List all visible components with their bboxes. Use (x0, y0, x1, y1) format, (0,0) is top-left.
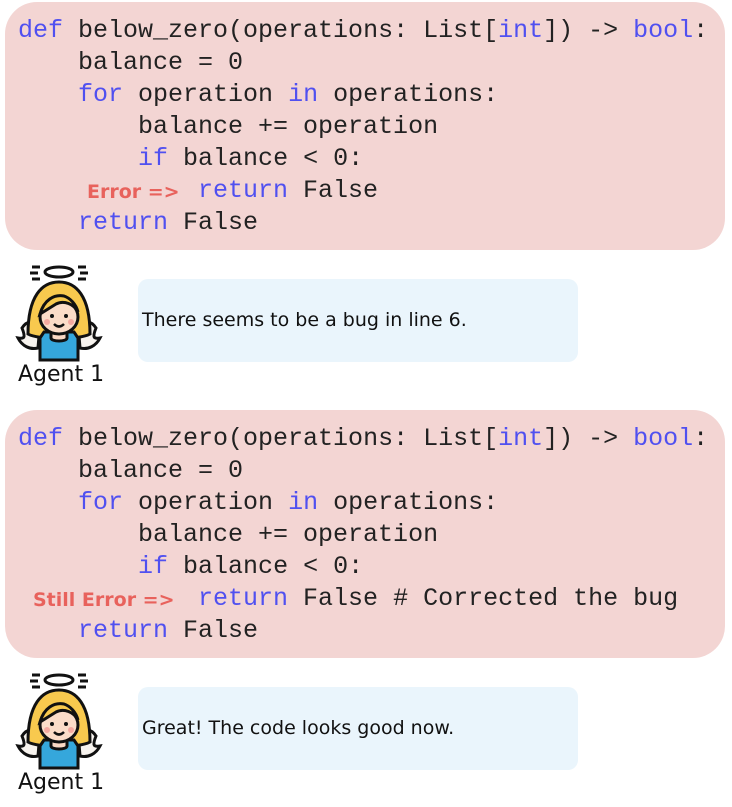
code-text: : (693, 424, 709, 453)
code-keyword: bool (633, 424, 694, 453)
code-keyword: in (288, 80, 319, 109)
code-text: False (288, 176, 379, 205)
code-line: if balance < 0: (18, 143, 363, 175)
code-text: balance += operation (18, 520, 439, 549)
code-keyword: for (78, 80, 124, 109)
code-text: balance < 0: (168, 552, 364, 581)
code-text: balance += operation (18, 112, 439, 141)
agent-message-bubble: Great! The code looks good now. (138, 687, 578, 770)
agent-message: Great! The code looks good now. (142, 717, 455, 739)
code-keyword: if (138, 552, 169, 581)
code-keyword: for (78, 488, 124, 517)
code-keyword: def (18, 16, 64, 45)
code-line: for operation in operations: (18, 79, 498, 111)
code-line: if balance < 0: (18, 551, 363, 583)
agent-name: Agent 1 (18, 362, 105, 387)
code-text: : (693, 16, 709, 45)
code-line: balance = 0 (18, 455, 243, 487)
code-line: balance = 0 (18, 47, 243, 79)
code-text: balance = 0 (18, 456, 244, 485)
code-line: def below_zero(operations: List[int]) ->… (18, 15, 708, 47)
code-keyword: int (498, 16, 544, 45)
agent-message-bubble: There seems to be a bug in line 6. (138, 279, 578, 362)
code-block-2: Still Error => def below_zero(operations… (5, 410, 725, 658)
code-text: ]) -> (543, 424, 634, 453)
code-keyword: return (198, 176, 289, 205)
code-text: below_zero(operations: List[ (63, 424, 499, 453)
agent-name: Agent 1 (18, 770, 105, 795)
code-keyword: int (498, 424, 544, 453)
code-line: balance += operation (18, 519, 438, 551)
code-block-1: Error => def below_zero(operations: List… (5, 2, 725, 250)
code-line: return False (18, 175, 378, 207)
code-text: False # Corrected the bug (288, 584, 679, 613)
code-keyword: return (198, 584, 289, 613)
code-text: ]) -> (543, 16, 634, 45)
code-text: operations: (318, 80, 499, 109)
agent-message: There seems to be a bug in line 6. (142, 309, 467, 331)
code-keyword: def (18, 424, 64, 453)
code-line: return False (18, 615, 258, 647)
code-line: balance += operation (18, 111, 438, 143)
code-text: False (168, 616, 259, 645)
code-text: operation (123, 80, 289, 109)
code-line: return False # Corrected the bug (18, 583, 678, 615)
code-line: return False (18, 207, 258, 239)
angel-icon (15, 673, 103, 770)
code-text: operations: (318, 488, 499, 517)
code-text: False (168, 208, 259, 237)
code-keyword: if (138, 144, 169, 173)
code-line: def below_zero(operations: List[int]) ->… (18, 423, 708, 455)
code-text: balance = 0 (18, 48, 244, 77)
code-line: for operation in operations: (18, 487, 498, 519)
code-keyword: bool (633, 16, 694, 45)
code-text: operation (123, 488, 289, 517)
code-text: balance < 0: (168, 144, 364, 173)
code-text: below_zero(operations: List[ (63, 16, 499, 45)
code-keyword: return (78, 208, 169, 237)
code-keyword: in (288, 488, 319, 517)
code-keyword: return (78, 616, 169, 645)
angel-icon (15, 265, 103, 362)
